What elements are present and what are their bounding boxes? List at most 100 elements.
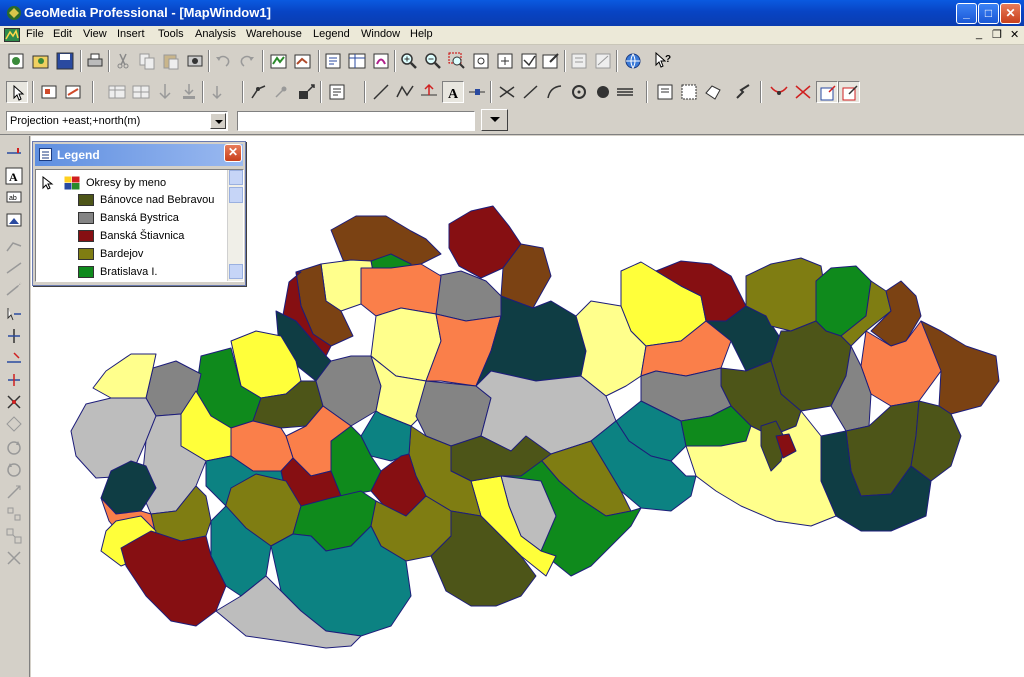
place-vertex-icon[interactable]	[248, 81, 270, 103]
draw-circle-icon[interactable]	[568, 81, 590, 103]
draw-filled-circle-icon[interactable]	[592, 81, 614, 103]
mdi-restore-button[interactable]: ❐	[992, 28, 1002, 41]
insert-point-icon[interactable]	[418, 81, 440, 103]
data-window-icon[interactable]	[346, 50, 368, 72]
chevron-down-icon[interactable]	[210, 113, 226, 129]
split-feature-icon[interactable]	[496, 81, 518, 103]
scroll-down-icon[interactable]	[229, 264, 243, 279]
district-polygon[interactable]	[435, 270, 502, 322]
save-geoworkspace-icon[interactable]	[54, 50, 76, 72]
snap-to-feature-icon[interactable]	[816, 81, 838, 103]
context-help-icon[interactable]: ?	[652, 50, 674, 72]
insert-polyline-icon[interactable]	[394, 81, 416, 103]
select-by-line-icon[interactable]	[62, 81, 84, 103]
split-line-icon[interactable]	[4, 326, 24, 346]
move-feature-icon[interactable]	[154, 81, 176, 103]
insert-text-icon[interactable]: A	[442, 81, 464, 103]
measure-icon[interactable]	[592, 50, 614, 72]
menu-warehouse[interactable]: Warehouse	[246, 28, 302, 40]
smooth-geometry-icon[interactable]	[702, 81, 724, 103]
mdi-minimize-button[interactable]: _	[976, 28, 982, 40]
validate-geometry-icon[interactable]	[654, 81, 676, 103]
map-window-icon[interactable]	[4, 28, 20, 42]
insert-label-feature-icon[interactable]: ab	[4, 188, 24, 208]
insert-line-icon[interactable]	[370, 81, 392, 103]
secondary-input[interactable]	[237, 111, 475, 131]
copy-icon[interactable]	[136, 50, 158, 72]
redo-icon[interactable]	[236, 50, 258, 72]
undo-icon[interactable]	[212, 50, 234, 72]
paste-icon[interactable]	[160, 50, 182, 72]
zoom-out-icon[interactable]	[422, 50, 444, 72]
snap-intersection-icon[interactable]	[792, 81, 814, 103]
menu-tools[interactable]: Tools	[158, 28, 184, 40]
insert-line-feature-icon[interactable]	[4, 142, 24, 162]
trim-icon[interactable]	[4, 258, 24, 278]
line-style-icon[interactable]	[614, 81, 636, 103]
insert-text-feature-icon[interactable]: A	[4, 166, 24, 186]
mdi-close-button[interactable]: ✕	[1010, 28, 1019, 41]
offset-icon[interactable]	[4, 526, 24, 546]
scroll-up-icon[interactable]	[229, 170, 243, 185]
snap-to-end-icon[interactable]	[838, 81, 860, 103]
break-icon[interactable]	[4, 370, 24, 390]
layout-window-icon[interactable]	[370, 50, 392, 72]
open-geoworkspace-icon[interactable]	[30, 50, 52, 72]
zoom-in-icon[interactable]	[398, 50, 420, 72]
rotate-icon[interactable]	[4, 438, 24, 458]
map-properties-icon[interactable]	[540, 50, 562, 72]
mirror-icon[interactable]	[4, 504, 24, 524]
menu-edit[interactable]: Edit	[53, 28, 72, 40]
feature-properties-icon[interactable]	[326, 81, 348, 103]
snap-icon[interactable]	[732, 81, 754, 103]
coordinate-system-combo[interactable]: Projection +east;+north(m)	[6, 111, 228, 131]
legend-window[interactable]: Legend ✕ Okresy by meno Bánovce nad Bebr…	[32, 141, 246, 286]
district-polygon[interactable]	[92, 353, 157, 399]
menu-insert[interactable]: Insert	[117, 28, 145, 40]
select-set-properties-icon[interactable]	[322, 50, 344, 72]
display-options-icon[interactable]	[568, 50, 590, 72]
construct-icon[interactable]	[4, 414, 24, 434]
minimize-button[interactable]: _	[956, 3, 977, 24]
menu-view[interactable]: View	[83, 28, 107, 40]
menu-analysis[interactable]: Analysis	[195, 28, 236, 40]
scroll-thumb[interactable]	[229, 187, 243, 203]
cut-icon[interactable]	[112, 50, 134, 72]
pan-icon[interactable]	[494, 50, 516, 72]
dropdown-button[interactable]	[481, 109, 508, 131]
fix-geometry-icon[interactable]	[678, 81, 700, 103]
menu-help[interactable]: Help	[410, 28, 433, 40]
edit-legend-icon[interactable]	[292, 50, 314, 72]
fit-all-icon[interactable]	[470, 50, 492, 72]
web-search-icon[interactable]	[622, 50, 644, 72]
menu-file[interactable]: File	[26, 28, 44, 40]
extend-icon[interactable]	[4, 280, 24, 300]
district-polygon[interactable]	[120, 530, 227, 627]
continue-geometry-icon[interactable]	[4, 236, 24, 256]
add-legend-entry-icon[interactable]	[268, 50, 290, 72]
spatial-filter-icon[interactable]	[518, 50, 540, 72]
select-by-area-icon[interactable]	[38, 81, 60, 103]
menu-legend[interactable]: Legend	[313, 28, 350, 40]
redigitize-icon[interactable]	[4, 304, 24, 324]
scale-icon[interactable]	[4, 482, 24, 502]
copy-feature-icon[interactable]	[130, 81, 152, 103]
snap-vertex-icon[interactable]	[768, 81, 790, 103]
add-vertex-icon[interactable]	[272, 81, 294, 103]
close-button[interactable]: ✕	[1000, 3, 1021, 24]
draw-line-icon[interactable]	[520, 81, 542, 103]
join-icon[interactable]	[4, 348, 24, 368]
delete-feature-icon[interactable]	[178, 81, 200, 103]
insert-feature-icon[interactable]	[106, 81, 128, 103]
legend-title-bar[interactable]: Legend	[35, 144, 243, 166]
zoom-area-icon[interactable]	[446, 50, 468, 72]
maximize-button[interactable]: □	[978, 3, 999, 24]
legend-scrollbar[interactable]	[227, 170, 243, 281]
copy-map-icon[interactable]	[184, 50, 206, 72]
rotate-reverse-icon[interactable]	[4, 460, 24, 480]
array-icon[interactable]	[4, 548, 24, 568]
edit-geometry-icon[interactable]	[296, 81, 318, 103]
menu-window[interactable]: Window	[361, 28, 400, 40]
insert-label-icon[interactable]	[466, 81, 488, 103]
reverse-direction-icon[interactable]	[206, 81, 228, 103]
